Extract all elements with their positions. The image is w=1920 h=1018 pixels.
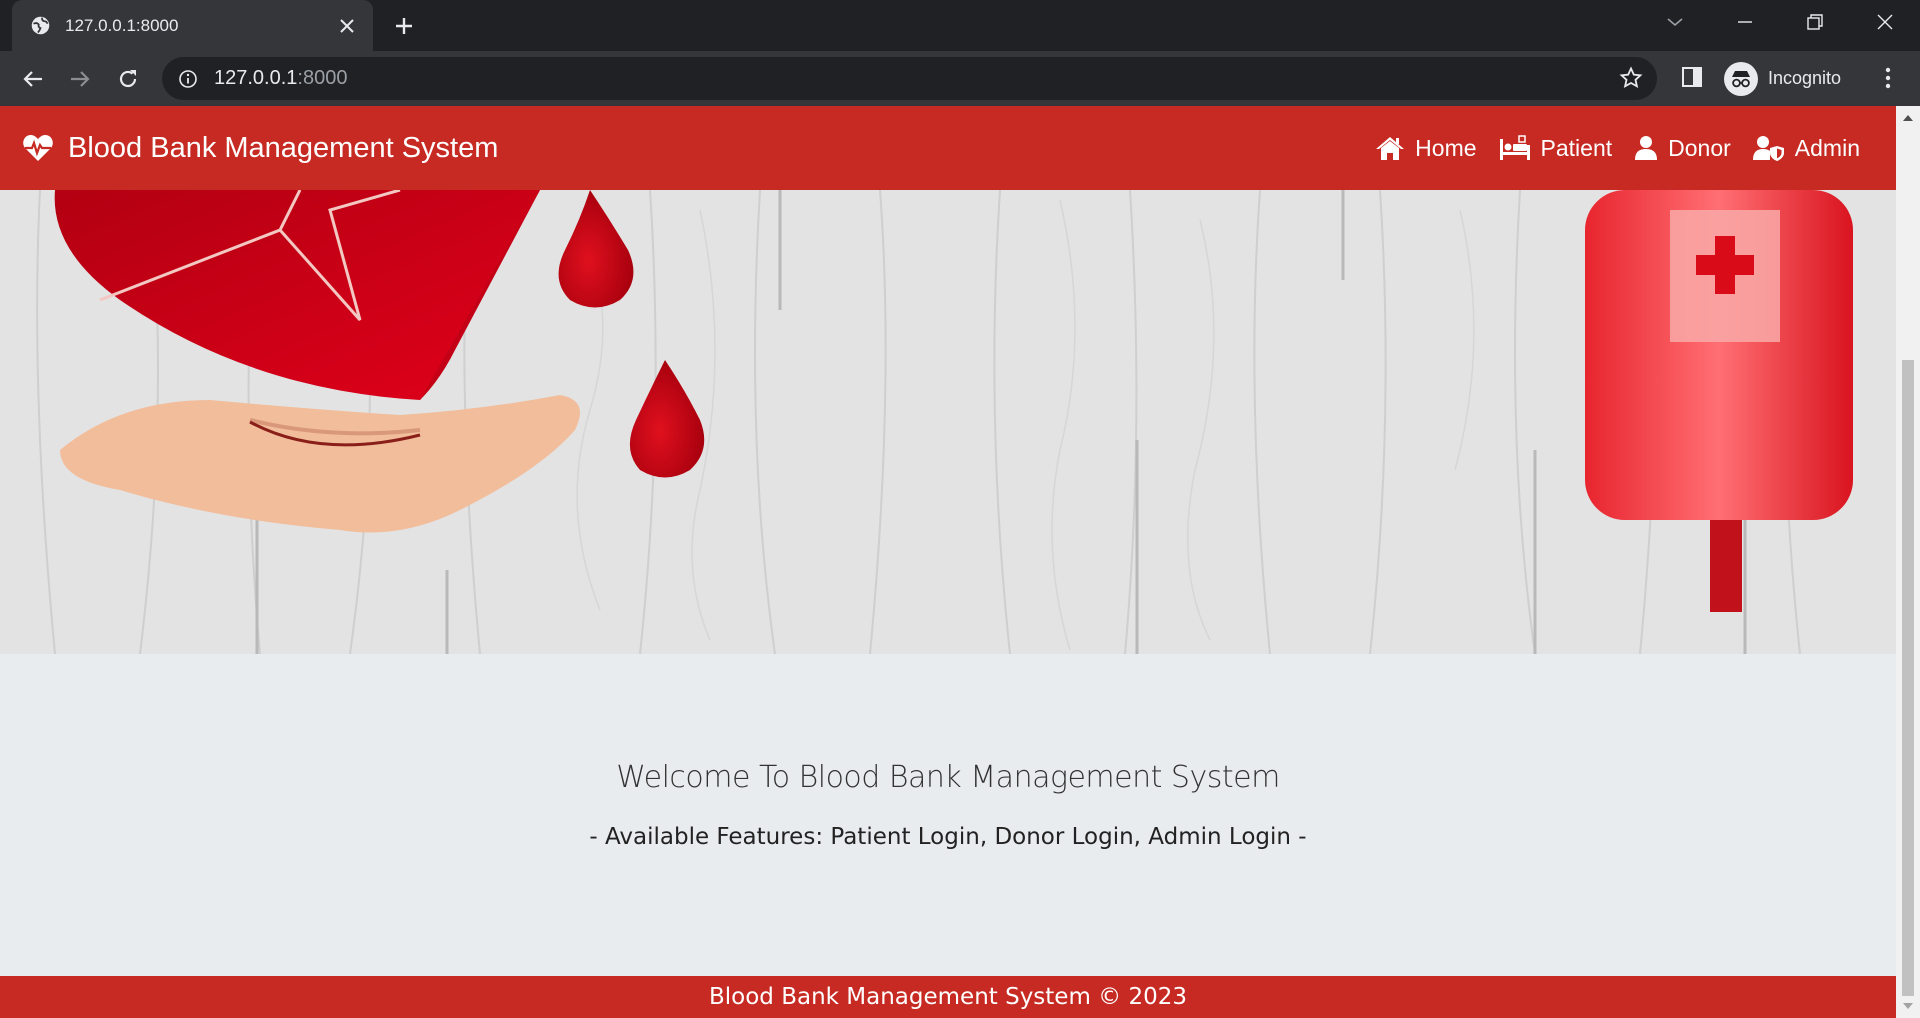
incognito-profile-button[interactable]: Incognito [1720,57,1860,100]
url-port: :8000 [297,67,348,89]
home-icon [1376,137,1405,160]
heartbeat-icon [23,135,53,161]
tab-title: 127.0.0.1:8000 [65,15,179,35]
nav-patient[interactable]: Patient [1499,134,1613,162]
reload-icon[interactable] [113,64,143,94]
user-icon [1635,136,1658,160]
close-tab-icon[interactable] [335,14,359,38]
chevron-down-icon[interactable] [1640,0,1710,44]
browser-tab-strip: 127.0.0.1:8000 [0,0,1920,51]
close-window-icon[interactable] [1850,0,1920,44]
scroll-down-arrow-icon[interactable] [1902,1000,1914,1012]
more-menu-icon[interactable] [1876,65,1900,91]
url-host: 127.0.0.1 [214,67,298,89]
nav-patient-label: Patient [1540,134,1613,161]
page-viewport: Blood Bank Management System Home Patien… [0,106,1896,1018]
restore-icon[interactable] [1780,0,1850,44]
features-text: - Available Features: Patient Login, Don… [589,824,1307,850]
nav-admin[interactable]: Admin [1752,134,1860,162]
minimize-icon[interactable] [1710,0,1780,44]
user-shield-icon [1752,136,1784,161]
scroll-thumb[interactable] [1902,360,1914,996]
incognito-icon [1724,61,1758,96]
nav-donor[interactable]: Donor [1634,135,1731,162]
welcome-section: Welcome To Blood Bank Management System … [0,654,1896,980]
site-navbar: Blood Bank Management System Home Patien… [0,106,1896,190]
new-tab-icon[interactable] [390,12,418,40]
bookmark-star-icon[interactable] [1619,66,1643,90]
brand-title: Blood Bank Management System [68,131,499,164]
hero-banner [0,190,1896,654]
forward-arrow-icon[interactable] [65,64,95,94]
nav-donor-label: Donor [1668,134,1731,161]
scroll-up-arrow-icon[interactable] [1902,112,1914,124]
address-bar[interactable]: 127.0.0.1:8000 [162,57,1657,100]
page-scrollbar[interactable] [1896,106,1920,1018]
incognito-label: Incognito [1768,68,1842,88]
browser-toolbar: 127.0.0.1:8000 Incognito [0,51,1920,106]
nav-admin-label: Admin [1794,134,1860,161]
side-panel-icon[interactable] [1680,65,1704,89]
main-menu: Home Patient Donor Admin [1353,106,1860,190]
brand-link[interactable]: Blood Bank Management System [22,132,498,165]
blood-donation-illustration [0,190,1896,654]
nav-home-label: Home [1415,134,1477,161]
site-footer: Blood Bank Management System © 2023 [0,976,1896,1018]
nav-home[interactable]: Home [1375,134,1477,162]
globe-icon [31,16,50,35]
back-arrow-icon[interactable] [18,64,48,94]
info-icon[interactable] [178,69,198,89]
window-controls [1640,0,1920,44]
welcome-heading: Welcome To Blood Bank Management System [616,760,1280,795]
bed-icon [1499,135,1530,160]
browser-tab[interactable]: 127.0.0.1:8000 [12,0,373,51]
